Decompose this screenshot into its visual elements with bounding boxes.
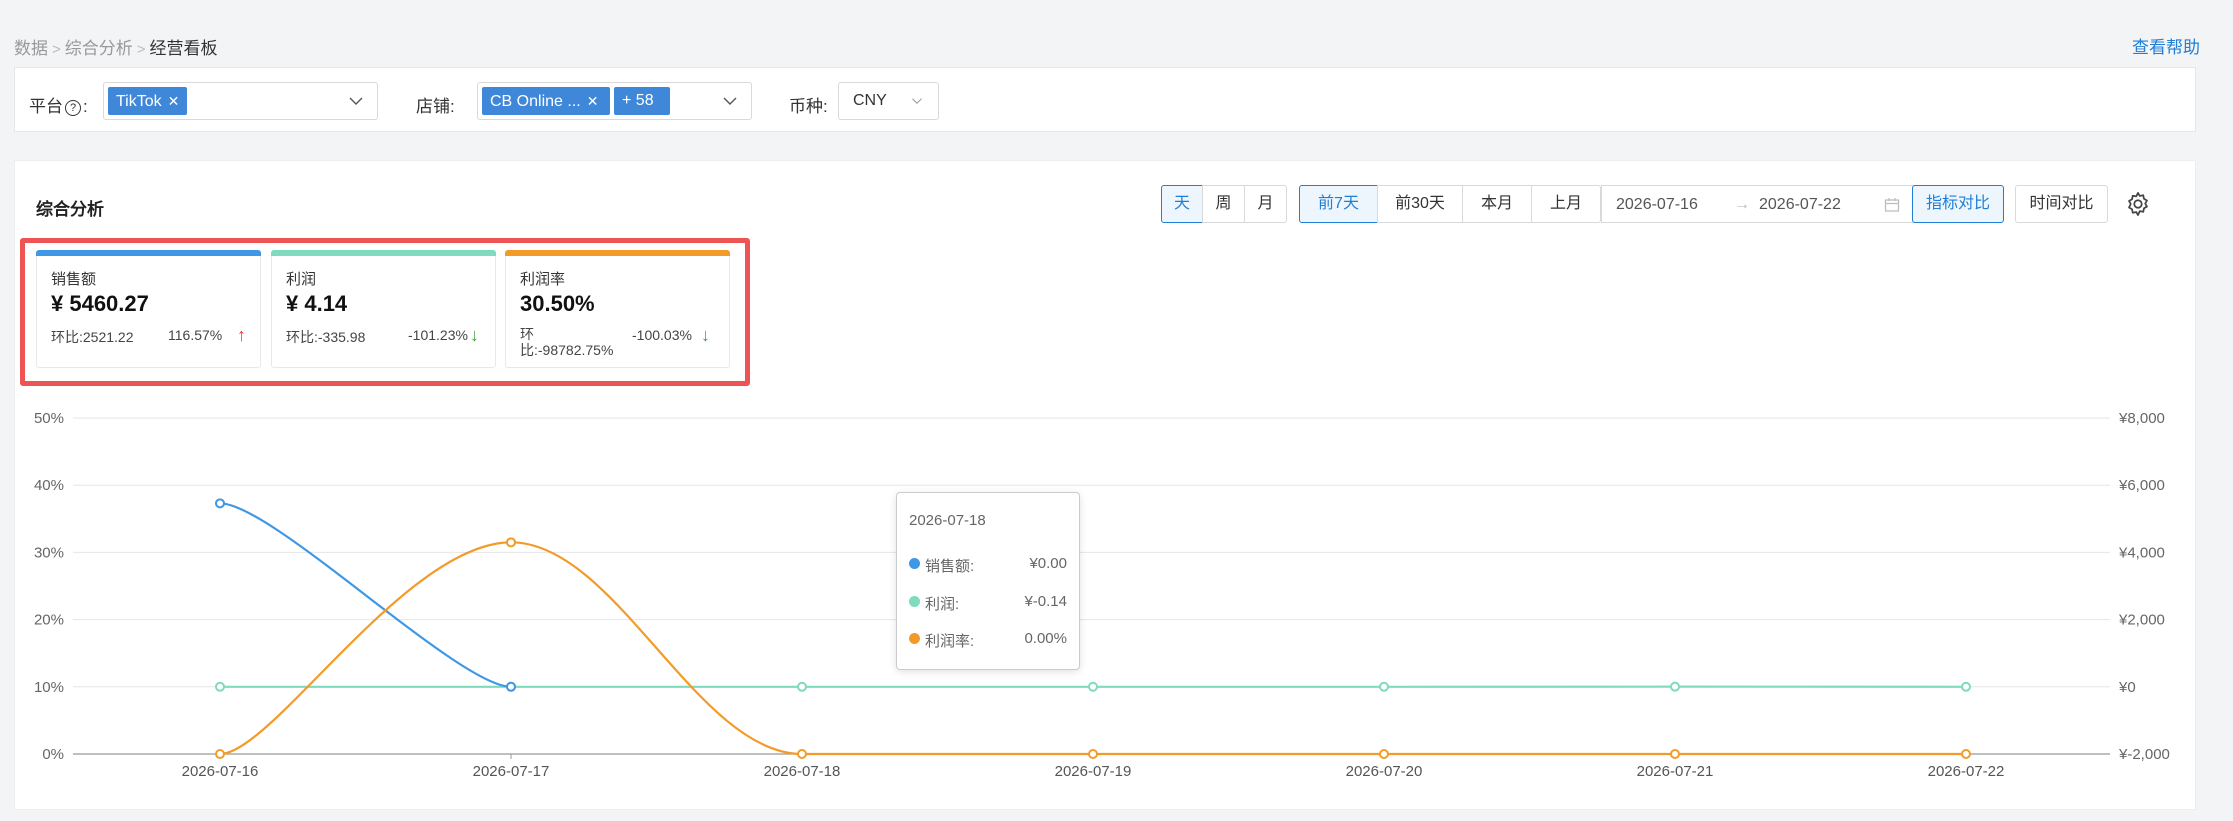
- data-point-sales: [215, 498, 225, 509]
- data-point-profit-rate: [1961, 749, 1971, 759]
- data-point-profit: [1961, 681, 1971, 692]
- y-right-tick-label: ¥6,000: [2118, 477, 2165, 494]
- line-chart: 0% 10% 20% 30% 40% 50% ¥-2,000 ¥0 ¥2,000 ¥4,000 ¥6…: [34, 410, 2170, 780]
- data-point-profit-rate: [1670, 749, 1680, 759]
- data-point-profit: [215, 681, 225, 692]
- chart-tooltip: 2026-07-18 销售额: ¥0.00 利润: ¥-0.14 利润率: 0.…: [896, 492, 1080, 670]
- x-tick-label: 2026-07-17: [473, 763, 550, 780]
- data-point-profit: [797, 681, 807, 692]
- y-right-tick-label: ¥4,000: [2118, 544, 2165, 561]
- series-line-sales: [219, 502, 512, 688]
- tooltip-row-profit: 利润: ¥-0.14: [909, 593, 1067, 613]
- data-point-profit-rate: [506, 537, 516, 548]
- tooltip-label: 销售额:: [925, 558, 975, 575]
- y-left-tick-label: 20%: [34, 612, 64, 629]
- x-tick-label: 2026-07-18: [764, 763, 841, 780]
- y-left-tick-label: 50%: [34, 410, 64, 427]
- y-left-tick-label: 0%: [42, 746, 64, 763]
- series-line-profit-rate: [219, 541, 1966, 756]
- x-tick-label: 2026-07-22: [1928, 763, 2005, 780]
- tooltip-dot: [909, 558, 920, 569]
- tooltip-label: 利润率:: [925, 633, 975, 650]
- data-point-sales: [506, 681, 516, 692]
- data-point-profit: [1379, 681, 1389, 692]
- data-point-profit-rate: [215, 749, 225, 759]
- tooltip-value: ¥0.00: [1029, 555, 1067, 572]
- x-tick-label: 2026-07-20: [1346, 763, 1423, 780]
- tooltip-dot: [909, 596, 920, 607]
- x-tick-label: 2026-07-16: [182, 763, 259, 780]
- x-tick-label: 2026-07-21: [1637, 763, 1714, 780]
- y-left-tick-label: 30%: [34, 544, 64, 561]
- y-right-tick-label: ¥2,000: [2118, 612, 2165, 629]
- data-point-profit-rate: [797, 749, 807, 759]
- tooltip-dot: [909, 633, 920, 644]
- y-left-tick-label: 10%: [34, 679, 64, 696]
- x-tick-label: 2026-07-19: [1055, 763, 1132, 780]
- data-point-profit: [1670, 681, 1680, 692]
- data-point-profit-rate: [1379, 749, 1389, 759]
- data-point-profit-rate: [1088, 749, 1098, 759]
- y-right-tick-label: ¥8,000: [2118, 410, 2165, 427]
- tooltip-row-profit-rate: 利润率: 0.00%: [909, 630, 1067, 650]
- tooltip-date: 2026-07-18: [909, 512, 986, 529]
- y-right-tick-label: ¥0: [2118, 679, 2136, 696]
- tooltip-row-sales: 销售额: ¥0.00: [909, 555, 1067, 575]
- y-left-tick-label: 40%: [34, 477, 64, 494]
- tooltip-label: 利润:: [925, 596, 960, 613]
- tooltip-value: ¥-0.14: [1024, 593, 1067, 610]
- tooltip-value: 0.00%: [1024, 630, 1067, 647]
- data-point-profit: [1088, 681, 1098, 692]
- y-right-tick-label: ¥-2,000: [2118, 746, 2170, 763]
